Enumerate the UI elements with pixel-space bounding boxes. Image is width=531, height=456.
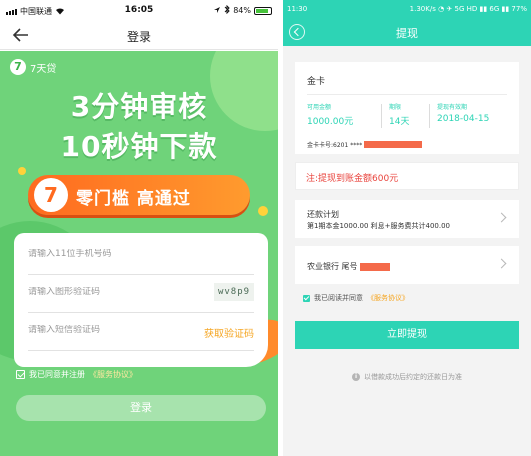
available-amount: 可用金额 1000.00元 <box>307 102 353 127</box>
divider <box>429 104 430 128</box>
login-button[interactable]: 登录 <box>16 395 266 421</box>
card-name: 金卡 <box>307 77 326 87</box>
page-title: 提现 <box>396 27 418 40</box>
validity-value: 2018-04-15 <box>437 114 490 124</box>
chevron-right-icon <box>496 258 507 269</box>
repayment-title: 还款计划 <box>307 210 339 219</box>
validity: 提现有效期 2018-04-15 <box>437 102 489 124</box>
withdraw-notice: 注:提现到账金额600元 <box>295 162 519 190</box>
repayment-detail: 第1期本金1000.00 利息+服务费共计400.00 <box>307 222 450 230</box>
agreement-checkbox[interactable] <box>16 370 25 379</box>
repayment-plan-row[interactable]: 还款计划 第1期本金1000.00 利息+服务费共计400.00 <box>295 200 519 238</box>
headline-line-2: 10秒钟下款 <box>60 130 218 163</box>
withdraw-screen: 11:30 1.30K/s ◔ ✈ 5G HD ▮▮ 6G ▮▮ 77% 提现 … <box>283 0 531 456</box>
chevron-right-icon <box>496 212 507 223</box>
sms-code-input[interactable] <box>28 325 188 335</box>
footer-note-text: 以借款成功后约定的还款日为准 <box>364 373 462 381</box>
term: 期限 14天 <box>389 102 409 127</box>
service-agreement-link[interactable]: 《服务协议》 <box>367 293 409 303</box>
status-time: 11:30 <box>287 5 308 13</box>
brand: 7 7天贷 <box>10 59 56 75</box>
agreement-row: 我已同意并注册 《服务协议》 <box>16 369 137 380</box>
banner-logo: 7 <box>34 178 68 212</box>
phone-field-row <box>28 239 254 275</box>
brand-logo: 7 <box>10 59 26 75</box>
agreement-checkbox[interactable] <box>303 294 310 302</box>
promo-banner: 7 零门槛 高通过 <box>28 175 250 215</box>
notice-text: 注:提现到账金额600元 <box>306 174 399 184</box>
login-screen: 中国联通 16:05 84% 登录 7 7天贷 3分钟审核 10秒钟下款 7 零… <box>0 0 278 456</box>
nav-bar: 登录 <box>0 20 278 50</box>
captcha-input[interactable] <box>28 287 188 297</box>
agreement-text: 我已同意并注册 <box>29 370 85 379</box>
captcha-field-row: wv8p9 <box>28 277 254 313</box>
agreement-row: 我已阅读并同意 《服务协议》 <box>303 293 409 303</box>
decor-dot <box>258 206 268 216</box>
brand-name: 7天贷 <box>30 63 57 75</box>
card-number-text: 金卡卡号:6201 **** <box>307 142 363 149</box>
gold-card-panel: 金卡 可用金额 1000.00元 期限 14天 提现有效期 2018-04-15… <box>295 62 519 154</box>
decor-dot <box>18 167 26 175</box>
status-indicators: 1.30K/s ◔ ✈ 5G HD ▮▮ 6G ▮▮ 77% <box>409 5 527 13</box>
page-title: 登录 <box>126 30 151 44</box>
screenshot-root: 中国联通 16:05 84% 登录 7 7天贷 3分钟审核 10秒钟下款 7 零… <box>0 0 531 456</box>
nav-bar: 提现 <box>283 18 531 46</box>
sms-field-row: 获取验证码 <box>28 315 254 351</box>
redaction-bar <box>364 141 423 148</box>
login-form: wv8p9 获取验证码 <box>14 233 268 367</box>
service-agreement-link[interactable]: 《服务协议》 <box>89 369 137 380</box>
headline-line-1: 3分钟审核 <box>70 90 208 123</box>
term-value: 14天 <box>389 117 410 127</box>
divider <box>381 104 382 128</box>
term-label: 期限 <box>389 104 402 111</box>
agreement-text: 我已阅读并同意 <box>314 294 363 302</box>
card-number: 金卡卡号:6201 **** <box>307 140 423 149</box>
phone-input[interactable] <box>28 249 188 259</box>
bank-label: 农业银行 尾号 <box>307 262 358 271</box>
divider <box>307 94 507 95</box>
banner-text: 零门槛 高通过 <box>76 189 191 209</box>
battery-percent: 84% <box>233 6 251 15</box>
status-bar: 中国联通 16:05 84% <box>0 0 278 20</box>
status-bar: 11:30 1.30K/s ◔ ✈ 5G HD ▮▮ 6G ▮▮ 77% <box>283 0 531 18</box>
bank-label-wrap: 农业银行 尾号 <box>307 261 390 272</box>
available-amount-value: 1000.00元 <box>307 117 354 127</box>
captcha-image[interactable]: wv8p9 <box>214 283 254 301</box>
location-icon <box>213 6 221 16</box>
bank-card-row[interactable]: 农业银行 尾号 <box>295 246 519 284</box>
redaction-bar <box>359 262 390 271</box>
available-amount-label: 可用金额 <box>307 104 332 111</box>
get-code-button[interactable]: 获取验证码 <box>204 325 254 340</box>
bluetooth-icon <box>224 4 230 16</box>
footer-note: i 以借款成功后约定的还款日为准 <box>283 372 531 382</box>
withdraw-button[interactable]: 立即提现 <box>295 321 519 349</box>
promo-area: 7 7天贷 3分钟审核 10秒钟下款 7 零门槛 高通过 wv8p9 <box>0 51 278 456</box>
validity-label: 提现有效期 <box>437 104 468 111</box>
info-icon: i <box>352 373 360 381</box>
battery-icon <box>254 6 272 15</box>
